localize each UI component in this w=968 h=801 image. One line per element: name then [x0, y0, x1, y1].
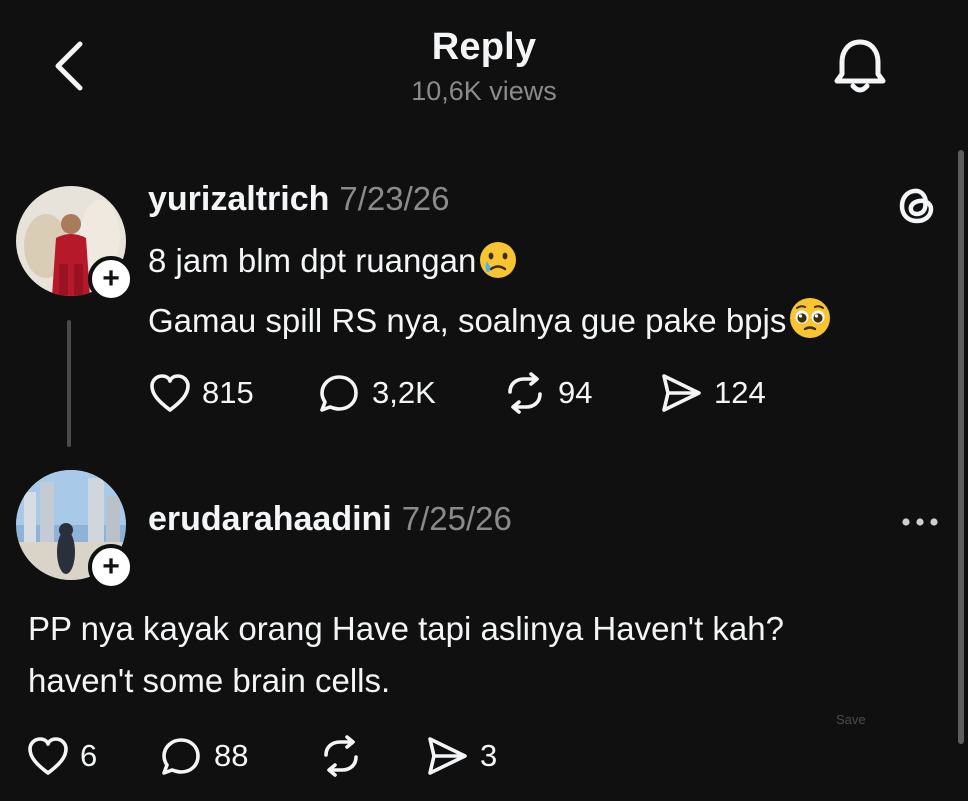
post-date: 7/23/26 — [339, 180, 450, 217]
share-button[interactable]: 124 — [658, 372, 766, 414]
like-button[interactable]: 6 — [26, 735, 97, 777]
send-icon — [428, 737, 467, 775]
reply-count: 88 — [214, 738, 249, 773]
post-line: Gamau spill RS nya, soalnya gue pake bpj… — [148, 302, 787, 339]
share-count: 3 — [480, 738, 498, 773]
share-count: 124 — [714, 375, 766, 410]
username[interactable]: yurizaltrich — [148, 180, 329, 218]
send-icon — [662, 374, 701, 412]
repost-icon — [324, 735, 358, 777]
follow-button[interactable]: + — [88, 256, 134, 302]
repost-icon — [508, 372, 542, 414]
scrollbar[interactable] — [958, 150, 964, 744]
username[interactable]: erudarahaadini — [148, 500, 392, 538]
comment-icon — [162, 738, 200, 775]
repost-button[interactable]: 94 — [502, 372, 592, 414]
post-line: haven't some brain cells. — [28, 662, 391, 699]
reply-count: 3,2K — [372, 375, 436, 410]
post-line: PP nya kayak orang Have tapi aslinya Hav… — [28, 610, 784, 647]
like-count: 815 — [202, 375, 254, 410]
comment-icon — [320, 375, 358, 412]
crying-face-icon — [478, 240, 518, 298]
pleading-face-icon — [788, 296, 832, 358]
save-watermark: Save — [836, 712, 866, 727]
more-options-button[interactable] — [900, 514, 940, 530]
threads-logo-icon[interactable] — [896, 184, 938, 226]
notification-bell-button[interactable] — [828, 34, 892, 98]
reply-button[interactable]: 3,2K — [318, 372, 436, 414]
post-date: 7/25/26 — [401, 500, 512, 537]
bell-icon — [834, 39, 886, 93]
like-button[interactable]: 815 — [148, 372, 254, 414]
page-title: Reply — [431, 26, 537, 68]
share-button[interactable]: 3 — [424, 735, 497, 777]
more-icon — [902, 518, 938, 526]
views-count: 10,6K views — [411, 76, 557, 106]
thread-line — [67, 320, 71, 447]
follow-button[interactable]: + — [88, 544, 134, 590]
like-count: 6 — [80, 738, 98, 773]
reply-button[interactable]: 88 — [160, 735, 248, 777]
heart-icon — [28, 737, 68, 775]
post-line: 8 jam blm dpt ruangan — [148, 242, 477, 279]
heart-icon — [150, 374, 190, 412]
repost-button[interactable] — [318, 735, 364, 777]
repost-count: 94 — [558, 375, 593, 410]
